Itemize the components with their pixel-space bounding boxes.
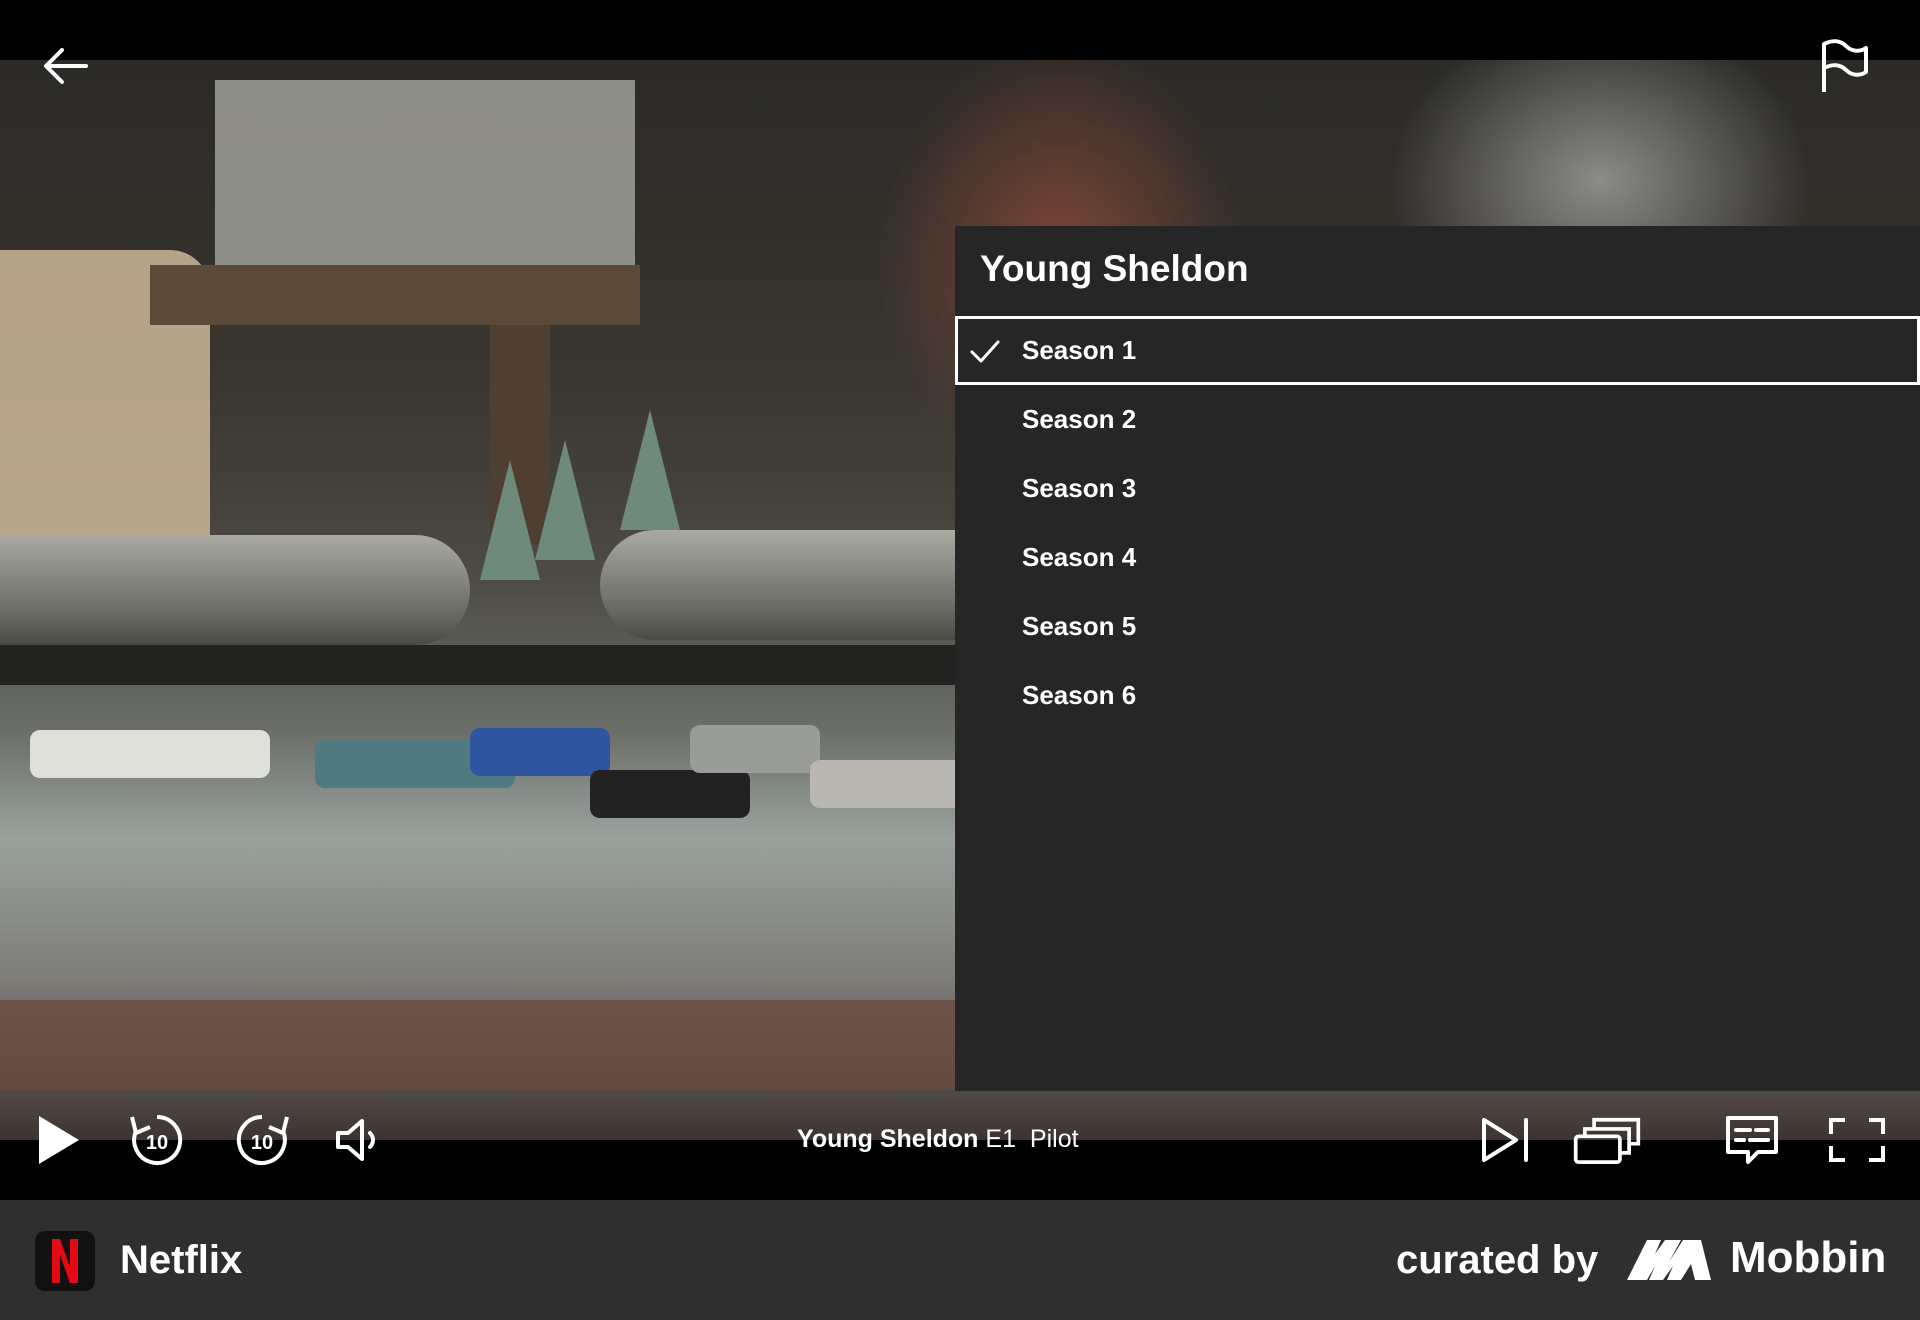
video-scene-tree <box>535 440 595 560</box>
brand-name: Mobbin <box>1730 1233 1887 1282</box>
season-item-5[interactable]: Season 5 <box>955 592 1920 661</box>
episodes-icon <box>1573 1117 1641 1164</box>
season-list: Season 1 Season 2 Season 3 Season 4 Seas… <box>955 316 1920 730</box>
app-name: Netflix <box>120 1238 243 1282</box>
season-item-2[interactable]: Season 2 <box>955 385 1920 454</box>
video-scene-toy-car <box>30 730 270 778</box>
episodes-button[interactable] <box>1572 1105 1642 1175</box>
attribution-footer: Netflix curated by Mobbin <box>0 1200 1920 1320</box>
episode-number: E1 <box>985 1125 1017 1153</box>
play-icon <box>39 1116 79 1164</box>
video-scene-crate <box>215 80 635 280</box>
video-scene-table <box>150 265 640 325</box>
season-item-3[interactable]: Season 3 <box>955 454 1920 523</box>
next-episode-icon <box>1482 1118 1528 1162</box>
season-label: Season 2 <box>1022 404 1137 434</box>
video-scene-toy-car <box>810 760 970 808</box>
mobbin-logo-icon <box>1627 1240 1711 1280</box>
season-item-6[interactable]: Season 6 <box>955 661 1920 730</box>
forward-seconds-label: 10 <box>251 1132 273 1154</box>
subtitles-button[interactable] <box>1717 1105 1787 1175</box>
video-scene-tank-car <box>0 535 470 645</box>
netflix-n-icon <box>52 1239 78 1283</box>
play-button[interactable] <box>22 1105 92 1175</box>
season-label: Season 3 <box>1022 473 1137 503</box>
volume-button[interactable] <box>322 1105 392 1175</box>
video-scene-tree <box>480 460 540 580</box>
subtitles-icon <box>1726 1116 1778 1164</box>
forward-10-button[interactable]: 10 <box>227 1105 297 1175</box>
video-scene-toy-car <box>690 725 820 773</box>
volume-icon <box>336 1119 375 1161</box>
fullscreen-button[interactable] <box>1822 1105 1892 1175</box>
video-scene-toy-car <box>590 770 750 818</box>
forward-10-icon: 10 <box>236 1114 289 1165</box>
season-item-4[interactable]: Season 4 <box>955 523 1920 592</box>
episode-show-title: Young Sheldon <box>797 1125 979 1153</box>
arrow-left-icon <box>44 48 88 84</box>
season-label: Season 5 <box>1022 611 1137 641</box>
season-item-1[interactable]: Season 1 <box>955 316 1920 385</box>
flag-icon <box>1822 39 1868 92</box>
curated-by-label: curated by <box>1396 1238 1599 1282</box>
panel-title: Young Sheldon <box>980 248 1249 289</box>
report-problem-button[interactable] <box>1818 38 1870 94</box>
checkmark-icon <box>970 340 1000 363</box>
season-label: Season 4 <box>1022 542 1137 572</box>
video-scene-toy-car <box>470 728 610 776</box>
back-button[interactable] <box>40 40 92 92</box>
episode-title: Pilot <box>1029 1125 1079 1153</box>
next-episode-button[interactable] <box>1470 1105 1540 1175</box>
episode-info: Young Sheldon E1 Pilot <box>797 1125 1079 1154</box>
season-selector-panel: Young Sheldon Season 1 Season 2 Season 3… <box>955 226 1920 1091</box>
netflix-logo-icon <box>35 1231 95 1291</box>
playback-controls: 10 10 Young Sheldon E1 Pilot <box>0 1085 1920 1200</box>
season-label: Season 1 <box>1022 335 1137 365</box>
fullscreen-icon <box>1829 1118 1885 1162</box>
rewind-10-button[interactable]: 10 <box>122 1105 192 1175</box>
rewind-10-icon: 10 <box>130 1114 183 1165</box>
rewind-seconds-label: 10 <box>146 1132 168 1154</box>
season-label: Season 6 <box>1022 680 1137 710</box>
video-scene-tree <box>620 410 680 530</box>
